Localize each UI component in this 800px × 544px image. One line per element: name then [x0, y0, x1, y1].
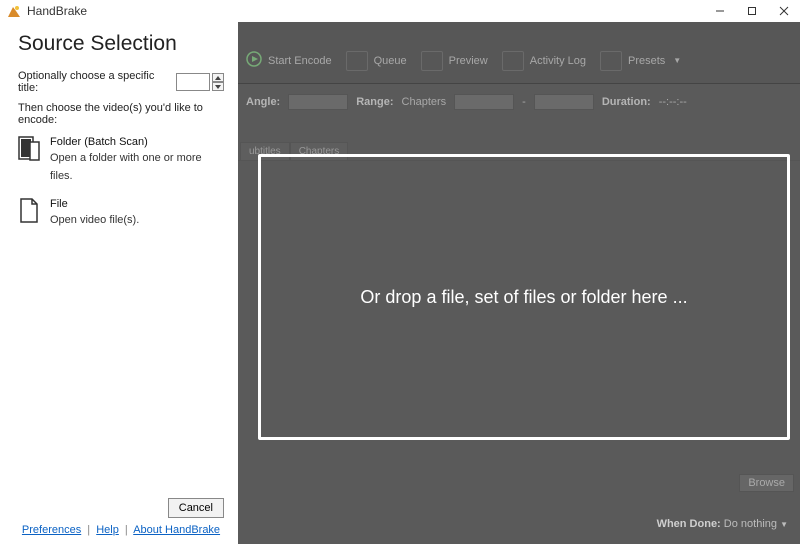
range-end[interactable] — [534, 94, 594, 110]
main-background: Start Encode Queue Preview Activity Log … — [238, 22, 800, 544]
source-option-file-title: File — [50, 198, 139, 210]
drop-zone[interactable]: Or drop a file, set of files or folder h… — [258, 154, 790, 440]
toolbar-queue[interactable]: Queue — [346, 51, 407, 71]
title-spin-down[interactable] — [212, 82, 224, 91]
when-done-label: When Done: — [657, 518, 721, 530]
window-controls — [704, 0, 800, 22]
play-icon — [246, 51, 262, 70]
source-option-folder-subtitle: Open a folder with one or more files. — [50, 152, 202, 182]
config-row: Angle: Range: Chapters - Duration: --:--… — [238, 84, 800, 120]
browse-button[interactable]: Browse — [739, 474, 794, 492]
help-link[interactable]: Help — [96, 524, 119, 536]
presets-icon — [600, 51, 622, 71]
preferences-link[interactable]: Preferences — [22, 524, 81, 536]
title-spin-up[interactable] — [212, 73, 224, 82]
when-done-select[interactable]: Do nothing ▼ — [724, 518, 788, 530]
app-icon — [6, 3, 22, 19]
when-done-row: When Done: Do nothing ▼ — [657, 518, 788, 530]
angle-label: Angle: — [246, 96, 280, 108]
range-start[interactable] — [454, 94, 514, 110]
titlebar: HandBrake — [0, 0, 800, 22]
toolbar-start-encode[interactable]: Start Encode — [246, 51, 332, 70]
toolbar-activity[interactable]: Activity Log — [502, 51, 586, 71]
specific-title-row: Optionally choose a specific title: — [18, 70, 224, 94]
source-option-folder[interactable]: Folder (Batch Scan) Open a folder with o… — [18, 136, 224, 184]
then-label: Then choose the video(s) you'd like to e… — [18, 102, 224, 126]
source-option-file-subtitle: Open video file(s). — [50, 214, 139, 226]
toolbar: Start Encode Queue Preview Activity Log … — [238, 22, 800, 84]
range-type[interactable]: Chapters — [402, 96, 447, 108]
close-button[interactable] — [768, 0, 800, 22]
maximize-button[interactable] — [736, 0, 768, 22]
preview-icon — [421, 51, 443, 71]
duration-value: --:--:-- — [659, 96, 687, 108]
source-selection-heading: Source Selection — [18, 32, 224, 56]
activity-icon — [502, 51, 524, 71]
drop-zone-text: Or drop a file, set of files or folder h… — [360, 287, 687, 308]
toolbar-preview[interactable]: Preview — [421, 51, 488, 71]
queue-icon — [346, 51, 368, 71]
chevron-down-icon: ▼ — [780, 520, 788, 529]
specific-title-input[interactable] — [176, 73, 210, 91]
range-label: Range: — [356, 96, 393, 108]
toolbar-presets[interactable]: Presets▼ — [600, 51, 681, 71]
source-option-file[interactable]: File Open video file(s). — [18, 198, 224, 228]
minimize-button[interactable] — [704, 0, 736, 22]
cancel-button[interactable]: Cancel — [168, 498, 224, 518]
angle-select[interactable] — [288, 94, 348, 110]
chevron-down-icon: ▼ — [673, 56, 681, 65]
footer-links: Preferences | Help | About HandBrake — [18, 524, 224, 536]
folder-icon — [18, 136, 40, 162]
titlebar-title: HandBrake — [27, 4, 87, 18]
title-spinner — [212, 73, 224, 91]
file-icon — [18, 198, 40, 224]
source-selection-panel: Source Selection Optionally choose a spe… — [0, 22, 238, 544]
duration-label: Duration: — [602, 96, 651, 108]
about-link[interactable]: About HandBrake — [133, 524, 220, 536]
specific-title-label: Optionally choose a specific title: — [18, 70, 170, 94]
source-option-folder-title: Folder (Batch Scan) — [50, 136, 224, 148]
